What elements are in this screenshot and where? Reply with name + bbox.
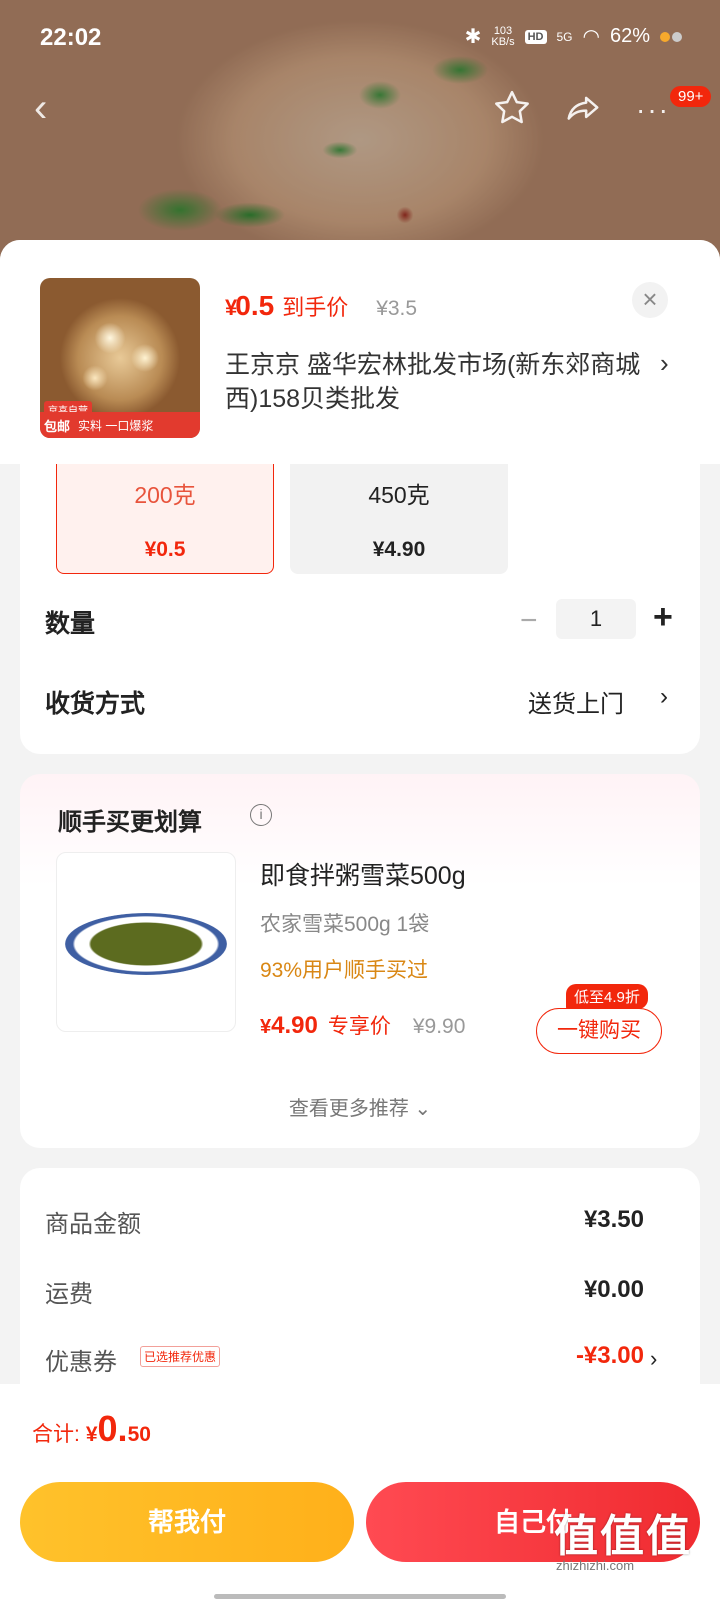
shipping-value: ¥0.00 xyxy=(583,1276,644,1303)
signal-icon: 5G xyxy=(556,29,573,44)
back-icon[interactable]: ‹ xyxy=(34,88,47,128)
coupon-value[interactable]: -¥3.00 xyxy=(576,1342,644,1370)
total-row: 合计: ¥ 0. 50 xyxy=(32,1408,151,1450)
quantity-minus-button[interactable]: − xyxy=(520,604,538,638)
recommend-price-row: ¥ 4.90 专享价 ¥9.90 xyxy=(260,1010,465,1040)
coupon-tag: 已选推荐优惠 xyxy=(140,1346,221,1367)
goods-amount-label: 商品金额 xyxy=(45,1211,141,1238)
see-more-recommendations[interactable]: 查看更多推荐 ⌄ xyxy=(20,1092,700,1121)
product-header: 京喜自营 包邮 实料 一口爆浆 ¥ 0.5 到手价 ¥3.5 × 王京京 盛华宏… xyxy=(0,240,720,464)
discount-badge: 低至4.9折 xyxy=(566,984,648,1009)
recommend-title: 顺手买更划算 xyxy=(58,809,202,836)
quantity-input[interactable]: 1 xyxy=(556,599,636,639)
thumb-slogan: 实料 一口爆浆 xyxy=(78,418,154,433)
recommend-item-image[interactable] xyxy=(56,852,236,1032)
spec-name: 200克 xyxy=(134,482,196,508)
goods-amount-value: ¥3.50 xyxy=(583,1206,644,1233)
checkout-bar: 合计: ¥ 0. 50 帮我付 自己付 值值值 zhizhizhi.com xyxy=(0,1384,720,1600)
thumb-band: 包邮 实料 一口爆浆 xyxy=(40,412,200,438)
recommend-price-currency: ¥ xyxy=(260,1016,272,1038)
recommend-original-price: ¥9.90 xyxy=(412,1015,466,1038)
coupon-label: 优惠券 xyxy=(45,1349,117,1376)
delivery-label: 收货方式 xyxy=(45,690,146,718)
chevron-right-icon[interactable]: › xyxy=(650,1346,657,1372)
chevron-right-icon[interactable]: › xyxy=(660,348,669,379)
total-decimal: 50 xyxy=(127,1423,151,1446)
store-name[interactable]: 王京京 盛华宏林批发市场(新东郊商城西)158贝类批发 xyxy=(225,348,655,416)
more-icon[interactable]: ··· xyxy=(636,94,670,126)
recommend-item-spec: 农家雪菜500g 1袋 xyxy=(260,913,430,936)
info-icon[interactable]: i xyxy=(250,804,272,826)
product-thumbnail: 京喜自营 包邮 实料 一口爆浆 xyxy=(40,278,200,438)
spec-option-450g[interactable]: 450克 ¥4.90 xyxy=(290,464,508,574)
share-icon[interactable] xyxy=(564,90,602,133)
recommend-price-label: 专享价 xyxy=(327,1015,391,1038)
chevron-right-icon[interactable]: › xyxy=(660,683,668,711)
wifi-icon: ◠ xyxy=(582,26,600,48)
spec-card: 200克 ¥0.5 450克 ¥4.90 数量 − 1 + 收货方式 送货上门 … xyxy=(20,464,700,754)
status-time: 22:02 xyxy=(40,24,102,51)
original-price: ¥3.5 xyxy=(376,297,418,320)
status-bar: 22:02 ✱ 103 KB/s HD 5G ◠ 62% xyxy=(0,18,720,58)
final-price: 0.5 xyxy=(235,290,275,321)
quantity-plus-button[interactable]: + xyxy=(653,598,673,637)
bluetooth-icon: ✱ xyxy=(464,26,482,48)
shipping-label: 运费 xyxy=(45,1281,93,1308)
spec-price: ¥0.5 xyxy=(144,538,186,561)
battery-level: 62% xyxy=(609,25,650,47)
net-speed: 103 KB/s xyxy=(491,24,515,48)
spec-option-200g[interactable]: 200克 ¥0.5 xyxy=(56,464,274,574)
recommend-price: 4.90 xyxy=(271,1012,318,1039)
message-badge: 99+ xyxy=(670,86,712,107)
spec-price: ¥4.90 xyxy=(372,538,426,561)
recommend-item-hint: 93%用户顺手买过 xyxy=(260,959,429,982)
price-row: ¥ 0.5 到手价 ¥3.5 xyxy=(225,290,417,322)
recommend-item-name[interactable]: 即食拌粥雪菜500g xyxy=(260,856,466,892)
total-currency: ¥ xyxy=(85,1423,98,1446)
total-integer: 0. xyxy=(97,1408,128,1449)
close-icon[interactable]: × xyxy=(632,282,668,318)
watermark-logo: 值值值 xyxy=(554,1512,692,1561)
total-label: 合计: xyxy=(32,1423,80,1446)
recommend-card: 顺手买更划算 i 即食拌粥雪菜500g 农家雪菜500g 1袋 93%用户顺手买… xyxy=(20,774,700,1148)
delivery-method[interactable]: 送货上门 xyxy=(528,684,624,719)
final-price-label: 到手价 xyxy=(282,295,349,320)
watermark: 值值值 zhizhizhi.com xyxy=(554,1500,692,1573)
battery-icon xyxy=(660,31,682,42)
star-icon[interactable] xyxy=(492,88,532,133)
hd-badge: HD xyxy=(524,29,547,44)
status-icons: ✱ 103 KB/s HD 5G ◠ 62% xyxy=(465,24,682,49)
help-pay-button[interactable]: 帮我付 xyxy=(20,1482,354,1562)
spec-name: 450克 xyxy=(368,482,430,508)
nav-bar: ‹ ··· 99+ xyxy=(0,86,720,138)
watermark-url: zhizhizhi.com xyxy=(556,1558,635,1573)
thumb-free-shipping: 包邮 xyxy=(44,418,71,434)
one-click-buy-button[interactable]: 一键购买 xyxy=(536,1008,662,1054)
home-indicator[interactable] xyxy=(214,1594,506,1599)
quantity-label: 数量 xyxy=(45,610,96,638)
